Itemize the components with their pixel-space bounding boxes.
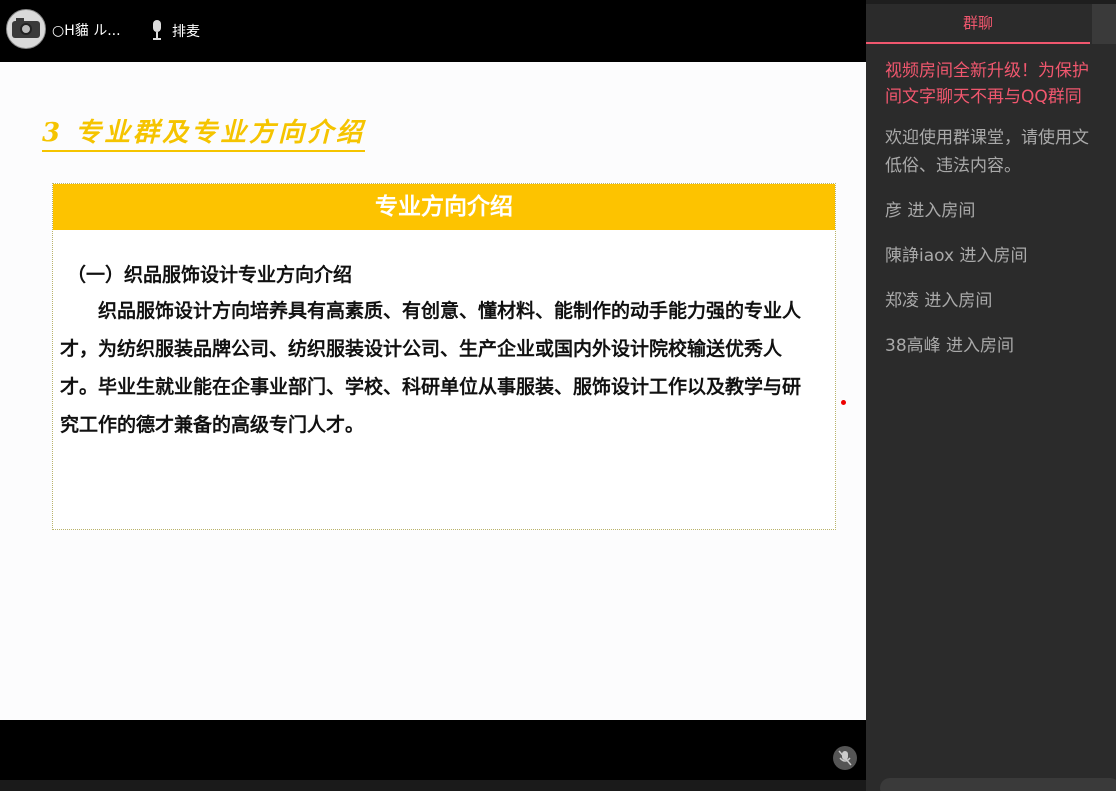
join-message: 郑凌 进入房间 <box>885 291 993 311</box>
welcome-line: 低俗、违法内容。 <box>885 156 1021 176</box>
welcome-message: 欢迎使用群课堂，请使用文 低俗、违法内容。 <box>885 124 1116 180</box>
welcome-line: 欢迎使用群课堂，请使用文 <box>885 128 1089 148</box>
user-avatar[interactable] <box>6 9 46 49</box>
tab-other[interactable] <box>1092 4 1116 44</box>
join-message: 陳諍iaox 进入房间 <box>885 246 1028 266</box>
chat-input-area[interactable] <box>880 778 1116 791</box>
join-message: 彦 进入房间 <box>885 201 976 221</box>
microphone-icon[interactable] <box>150 19 164 41</box>
laser-pointer-dot <box>841 400 846 405</box>
tab-group-chat[interactable]: 群聊 <box>866 4 1090 44</box>
video-top-bar: ○H貓 ル... 排麦 <box>0 0 866 62</box>
shared-slide: 3 专业群及专业方向介绍 专业方向介绍 （一）织品服饰设计专业方向介绍 织品服饰… <box>0 62 866 720</box>
chat-messages: 视频房间全新升级！为保护 间文字聊天不再与QQ群同 欢迎使用群课堂，请使用文 低… <box>885 58 1116 360</box>
box-body-text: 织品服饰设计方向培养具有高素质、有创意、懂材料、能制作的动手能力强的专业人才，为… <box>60 300 802 436</box>
content-box: 专业方向介绍 （一）织品服饰设计专业方向介绍 织品服饰设计方向培养具有高素质、有… <box>52 183 836 530</box>
queue-mic-button[interactable]: 排麦 <box>172 21 200 41</box>
slide-heading: 3 专业群及专业方向介绍 <box>42 112 366 152</box>
box-subtitle: （一）织品服饰设计专业方向介绍 <box>67 264 353 286</box>
notice-line: 间文字聊天不再与QQ群同 <box>885 87 1082 107</box>
notice-line: 视频房间全新升级！为保护 <box>885 61 1089 81</box>
box-title: 专业方向介绍 <box>53 184 835 230</box>
system-notice: 视频房间全新升级！为保护 间文字聊天不再与QQ群同 <box>885 58 1116 110</box>
chat-panel: 群聊 视频房间全新升级！为保护 间文字聊天不再与QQ群同 欢迎使用群课堂，请使用… <box>866 0 1116 791</box>
username-label[interactable]: ○H貓 ル... <box>52 20 121 40</box>
join-message: 38高峰 进入房间 <box>885 336 1015 356</box>
bottom-strip <box>0 780 866 791</box>
mic-muted-icon[interactable] <box>833 746 857 770</box>
